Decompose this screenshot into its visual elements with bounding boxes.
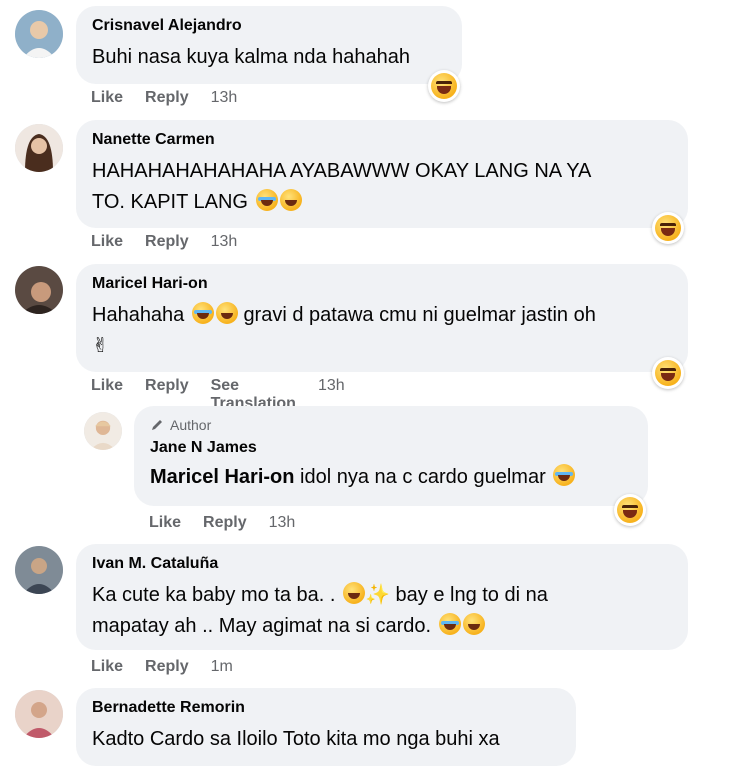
timestamp[interactable]: 13h [211,233,238,251]
comment-actions: Like Reply 13h [91,233,259,251]
avatar[interactable] [84,412,122,450]
victory-hand-icon: ✌ [92,335,109,357]
comment-actions: Like Reply 1m [91,658,255,676]
reply-button[interactable]: Reply [145,658,189,676]
reply-button[interactable]: Reply [145,233,189,251]
mention-link[interactable]: Maricel Hari-on [150,466,294,488]
comment-text: HAHAHAHAHAHAHA AYABAWWW OKAY LANG NA YA T… [92,160,592,213]
comment-bubble: Ivan M. Cataluña Ka cute ka baby mo ta b… [76,544,688,650]
comment-text: Maricel Hari-on idol nya na c cardo guel… [150,462,632,493]
laughing-emoji-icon [462,613,485,635]
pencil-icon [150,418,164,432]
commenter-name[interactable]: Maricel Hari-on [92,274,672,294]
timestamp[interactable]: 1m [211,658,233,676]
laughing-emoji-icon [279,189,302,211]
haha-reaction-icon[interactable] [652,212,684,244]
commenter-name[interactable]: Crisnavel Alejandro [92,16,446,36]
comment-bubble: Crisnavel Alejandro Buhi nasa kuya kalma… [76,6,462,84]
crying-laughing-emoji-icon [255,189,278,211]
commenter-name[interactable]: Nanette Carmen [92,130,672,150]
reply-button[interactable]: Reply [203,514,247,532]
author-badge: Author [150,416,632,434]
haha-reaction-icon[interactable] [614,494,646,526]
comment-text: Ka cute ka baby mo ta ba. . ✨ bay e lng … [92,582,548,637]
comment-actions: Like Reply 13h [149,514,317,532]
commenter-name[interactable]: Jane N James [150,438,632,458]
comment-text: Hahahaha gravi d patawa cmu ni guelmar j… [92,300,672,362]
rolling-laughing-emoji-icon [553,464,576,486]
rolling-laughing-emoji-icon [191,302,214,324]
avatar[interactable] [15,10,63,58]
commenter-name[interactable]: Ivan M. Cataluña [92,554,672,574]
avatar[interactable] [15,124,63,172]
like-button[interactable]: Like [91,658,123,676]
comment-text: Buhi nasa kuya kalma nda hahahah [92,46,411,68]
comment-text: Kadto Cardo sa Iloilo Toto kita mo nga b… [92,728,500,750]
like-button[interactable]: Like [91,377,123,413]
rolling-laughing-emoji-icon [438,613,461,635]
comment-bubble: Author Jane N James Maricel Hari-on idol… [134,406,648,506]
timestamp[interactable]: 13h [269,514,296,532]
comment-bubble: Maricel Hari-on Hahahaha gravi d patawa … [76,264,688,372]
laughing-emoji-icon [215,302,238,324]
timestamp[interactable]: 13h [211,89,238,107]
like-button[interactable]: Like [91,89,123,107]
smiling-emoji-icon [343,582,366,604]
haha-reaction-icon[interactable] [428,70,460,102]
avatar[interactable] [15,266,63,314]
commenter-name[interactable]: Bernadette Remorin [92,698,560,718]
comment-bubble: Bernadette Remorin Kadto Cardo sa Iloilo… [76,688,576,766]
reply-button[interactable]: Reply [145,89,189,107]
like-button[interactable]: Like [91,233,123,251]
haha-reaction-icon[interactable] [652,357,684,389]
like-button[interactable]: Like [149,514,181,532]
comment-actions: Like Reply 13h [91,89,259,107]
sparkles-icon: ✨ [365,584,390,606]
avatar[interactable] [15,546,63,594]
avatar[interactable] [15,690,63,738]
comment-bubble: Nanette Carmen HAHAHAHAHAHAHA AYABAWWW O… [76,120,688,228]
